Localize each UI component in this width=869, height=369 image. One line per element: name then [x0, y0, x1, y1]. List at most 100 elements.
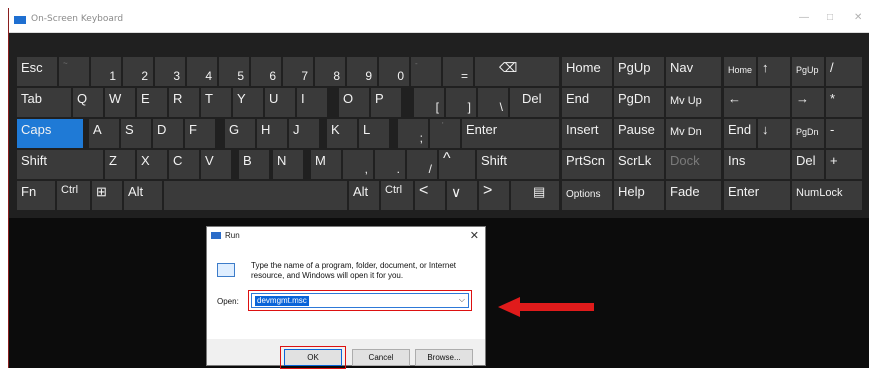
- key-k[interactable]: K: [327, 119, 357, 148]
- key-options[interactable]: Options: [562, 181, 612, 210]
- key-numlock[interactable]: NumLock: [792, 181, 862, 210]
- cancel-button[interactable]: Cancel: [352, 349, 410, 366]
- key-num-del[interactable]: Del: [792, 150, 824, 179]
- key-ralt[interactable]: Alt: [349, 181, 379, 210]
- key-n[interactable]: N: [273, 150, 303, 179]
- key-e[interactable]: E: [137, 88, 167, 117]
- key-tab[interactable]: Tab: [17, 88, 71, 117]
- up-caret-icon[interactable]: ^: [439, 150, 475, 179]
- minimize-button[interactable]: —: [799, 12, 809, 23]
- key-5[interactable]: 5: [219, 57, 249, 86]
- key-pgdn[interactable]: PgDn: [614, 88, 664, 117]
- key-caps[interactable]: Caps: [17, 119, 83, 148]
- left-chevron-icon[interactable]: <: [415, 181, 445, 210]
- key-mvup[interactable]: Mv Up: [666, 88, 721, 117]
- key-backslash[interactable]: \: [478, 88, 508, 117]
- key-minus[interactable]: -: [411, 57, 441, 86]
- key-num-enter[interactable]: Enter: [724, 181, 790, 210]
- key-num-multiply[interactable]: *: [826, 88, 862, 117]
- key-mvdn[interactable]: Mv Dn: [666, 119, 721, 148]
- key-equals[interactable]: =: [443, 57, 473, 86]
- browse-button[interactable]: Browse...: [415, 349, 473, 366]
- key-pause[interactable]: Pause: [614, 119, 664, 148]
- key-num-home[interactable]: Home: [724, 57, 756, 86]
- key-num-ins[interactable]: Ins: [724, 150, 790, 179]
- key-slash[interactable]: /: [407, 150, 437, 179]
- key-num-divide[interactable]: /: [826, 57, 862, 86]
- right-chevron-icon[interactable]: >: [479, 181, 509, 210]
- key-9[interactable]: 9: [347, 57, 377, 86]
- key-l[interactable]: L: [359, 119, 389, 148]
- close-icon[interactable]: ✕: [470, 229, 479, 242]
- key-pgup[interactable]: PgUp: [614, 57, 664, 86]
- key-help[interactable]: Help: [614, 181, 664, 210]
- key-end[interactable]: End: [562, 88, 612, 117]
- key-lshift[interactable]: Shift: [17, 150, 103, 179]
- left-arrow-icon[interactable]: ←: [724, 88, 790, 117]
- key-num-subtract[interactable]: -: [826, 119, 862, 148]
- key-p[interactable]: P: [371, 88, 401, 117]
- key-c[interactable]: C: [169, 150, 199, 179]
- right-arrow-icon[interactable]: →: [792, 88, 824, 117]
- key-scrlk[interactable]: ScrLk: [614, 150, 664, 179]
- key-prtscn[interactable]: PrtScn: [562, 150, 612, 179]
- key-lalt[interactable]: Alt: [124, 181, 162, 210]
- key-num-end[interactable]: End: [724, 119, 756, 148]
- key-quote[interactable]: ': [430, 119, 460, 148]
- down-chevron-icon[interactable]: ∨: [447, 181, 477, 210]
- key-num-pgdn[interactable]: PgDn: [792, 119, 824, 148]
- key-v[interactable]: V: [201, 150, 231, 179]
- key-f[interactable]: F: [185, 119, 215, 148]
- key-0[interactable]: 0: [379, 57, 409, 86]
- key-space[interactable]: [164, 181, 347, 210]
- key-rshift[interactable]: Shift: [477, 150, 559, 179]
- key-lbracket[interactable]: [: [414, 88, 444, 117]
- key-o[interactable]: O: [339, 88, 369, 117]
- windows-icon[interactable]: ⊞: [92, 181, 122, 210]
- key-del[interactable]: Del: [510, 88, 559, 117]
- key-3[interactable]: 3: [155, 57, 185, 86]
- key-rbracket[interactable]: ]: [446, 88, 476, 117]
- close-button[interactable]: ✕: [854, 12, 862, 23]
- key-m[interactable]: M: [311, 150, 341, 179]
- key-backspace[interactable]: ⌫: [475, 57, 559, 86]
- key-y[interactable]: Y: [233, 88, 263, 117]
- key-t[interactable]: T: [201, 88, 231, 117]
- key-r[interactable]: R: [169, 88, 199, 117]
- key-enter[interactable]: Enter: [462, 119, 559, 148]
- key-4[interactable]: 4: [187, 57, 217, 86]
- key-rctrl[interactable]: Ctrl: [381, 181, 413, 210]
- menu-icon[interactable]: ▤: [511, 181, 559, 210]
- key-z[interactable]: Z: [105, 150, 135, 179]
- key-1[interactable]: 1: [91, 57, 121, 86]
- key-num-add[interactable]: +: [826, 150, 862, 179]
- key-fn[interactable]: Fn: [17, 181, 55, 210]
- key-home[interactable]: Home: [562, 57, 612, 86]
- key-comma[interactable]: ,: [343, 150, 373, 179]
- key-w[interactable]: W: [105, 88, 135, 117]
- key-nav[interactable]: Nav: [666, 57, 721, 86]
- key-h[interactable]: H: [257, 119, 287, 148]
- down-arrow-icon[interactable]: ↓: [758, 119, 790, 148]
- key-u[interactable]: U: [265, 88, 295, 117]
- key-x[interactable]: X: [137, 150, 167, 179]
- maximize-button[interactable]: □: [827, 12, 833, 23]
- key-tilde[interactable]: ~: [59, 57, 89, 86]
- key-j[interactable]: J: [289, 119, 319, 148]
- key-insert[interactable]: Insert: [562, 119, 612, 148]
- key-b[interactable]: B: [239, 150, 269, 179]
- key-esc[interactable]: Esc: [17, 57, 57, 86]
- key-s[interactable]: S: [121, 119, 151, 148]
- key-7[interactable]: 7: [283, 57, 313, 86]
- key-num-pgup[interactable]: PgUp: [792, 57, 824, 86]
- key-6[interactable]: 6: [251, 57, 281, 86]
- key-semicolon[interactable]: ;: [398, 119, 428, 148]
- key-lctrl[interactable]: Ctrl: [57, 181, 90, 210]
- key-fade[interactable]: Fade: [666, 181, 721, 210]
- key-dock[interactable]: Dock: [666, 150, 721, 179]
- key-a[interactable]: A: [89, 119, 119, 148]
- key-g[interactable]: G: [225, 119, 255, 148]
- key-period[interactable]: .: [375, 150, 405, 179]
- up-arrow-icon[interactable]: ↑: [758, 57, 790, 86]
- key-q[interactable]: Q: [73, 88, 103, 117]
